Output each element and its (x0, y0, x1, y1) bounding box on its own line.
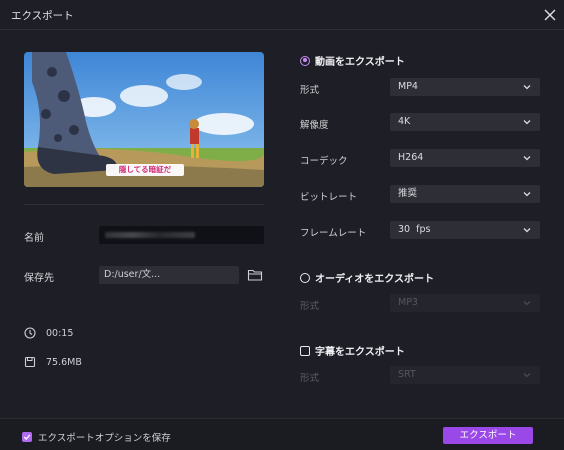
format-value: MP4 (398, 81, 418, 92)
export-subtitle-option[interactable]: 字幕をエクスポート (300, 343, 405, 358)
chevron-down-icon (523, 156, 531, 161)
subtitle-format-value: SRT (398, 369, 416, 380)
audio-radio[interactable] (300, 272, 310, 283)
window-title: エクスポート (11, 10, 74, 22)
keep-options-checkbox[interactable]: エクスポートオプションを保存 (22, 430, 171, 444)
save-path-input[interactable]: D:/user/文... (99, 266, 239, 284)
audio-format-select[interactable]: MP3 (390, 294, 540, 312)
codec-label: コーデック (300, 156, 348, 167)
subtitle-format-select[interactable]: SRT (390, 366, 540, 384)
export-subtitle-label: 字幕をエクスポート (315, 347, 405, 358)
audio-format-label: 形式 (300, 301, 320, 312)
format-label: 形式 (300, 85, 320, 96)
codec-select[interactable]: H264 (390, 149, 540, 167)
file-size-icon (24, 356, 36, 368)
video-radio[interactable] (300, 55, 310, 66)
chevron-down-icon (523, 373, 531, 378)
save-location-label: 保存先 (24, 273, 54, 284)
export-audio-option[interactable]: オーディオをエクスポート (300, 270, 434, 285)
divider (24, 204, 264, 205)
close-button[interactable] (540, 5, 560, 25)
audio-format-value: MP3 (398, 297, 418, 308)
framerate-value: 30 fps (398, 224, 431, 235)
chevron-down-icon (523, 301, 531, 306)
keep-options-label: エクスポートオプションを保存 (38, 433, 171, 444)
resolution-label: 解像度 (300, 120, 329, 131)
framerate-label: フレームレート (300, 228, 367, 239)
chevron-down-icon (523, 228, 531, 233)
clock-icon (24, 327, 36, 339)
resolution-select[interactable]: 4K (390, 113, 540, 131)
chevron-down-icon (523, 120, 531, 125)
browse-folder-button[interactable] (247, 267, 263, 283)
chevron-down-icon (523, 85, 531, 90)
export-audio-label: オーディオをエクスポート (315, 274, 434, 285)
framerate-select[interactable]: 30 fps (390, 221, 540, 239)
export-video-label: 動画をエクスポート (315, 57, 405, 68)
duration-value: 00:15 (46, 328, 74, 339)
preview-subtitle: 隠してる暗証だ (118, 165, 172, 174)
bitrate-value: 推奨 (398, 188, 418, 199)
export-video-option[interactable]: 動画をエクスポート (300, 53, 405, 68)
resolution-value: 4K (398, 116, 411, 127)
close-icon (544, 9, 556, 21)
video-preview: 隠してる暗証だ (24, 52, 264, 187)
name-input[interactable] (99, 226, 264, 244)
export-button[interactable]: エクスポート (443, 427, 533, 444)
footer-bar: エクスポートオプションを保存 エクスポート (0, 418, 564, 450)
folder-icon (247, 269, 263, 281)
redacted-name (105, 232, 195, 238)
subtitle-checkbox[interactable] (300, 345, 310, 356)
bitrate-select[interactable]: 推奨 (390, 185, 540, 203)
file-size-value: 75.6MB (46, 357, 82, 368)
name-label: 名前 (24, 233, 44, 244)
codec-value: H264 (398, 152, 424, 163)
format-select[interactable]: MP4 (390, 78, 540, 96)
chevron-down-icon (523, 192, 531, 197)
subtitle-format-label: 形式 (300, 373, 320, 384)
title-bar: エクスポート (0, 0, 564, 30)
bitrate-label: ビットレート (300, 192, 358, 203)
checkbox-checked-icon (22, 432, 32, 442)
